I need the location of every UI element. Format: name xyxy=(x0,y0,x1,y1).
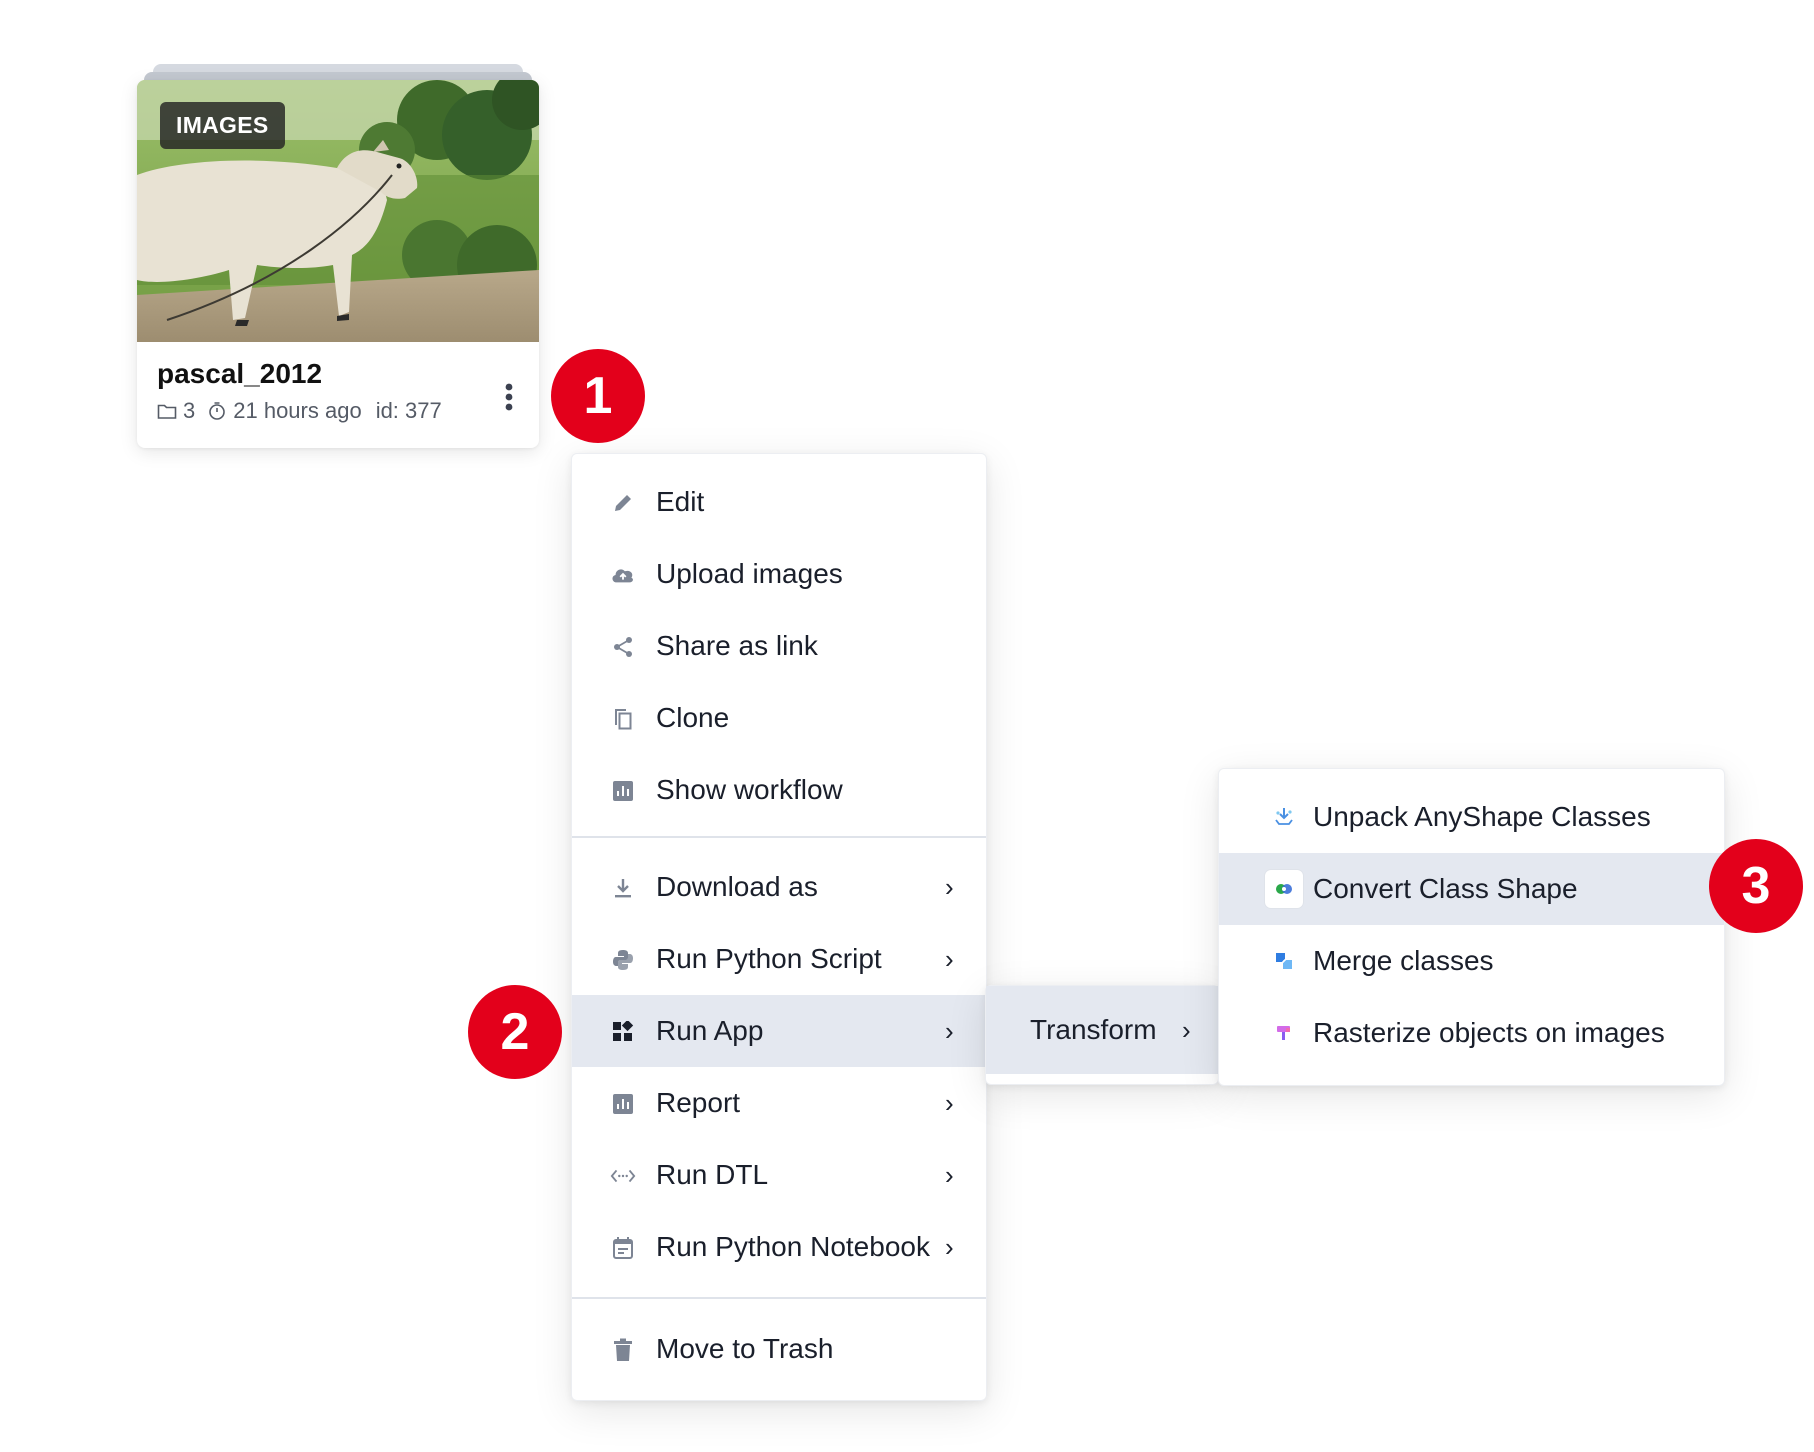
submenu-item-transform[interactable]: Transform › xyxy=(986,986,1218,1074)
chevron-right-icon: › xyxy=(945,943,954,974)
step-callout-1: 1 xyxy=(551,349,645,443)
updated-time: 21 hours ago xyxy=(233,398,362,423)
step-callout-2: 2 xyxy=(468,985,562,1079)
menu-item-label: Move to Trash xyxy=(656,1333,834,1364)
app-item-label: Unpack AnyShape Classes xyxy=(1313,801,1651,832)
code-icon xyxy=(610,1163,636,1189)
chevron-right-icon: › xyxy=(945,1231,954,1262)
cloud-upload-icon xyxy=(610,562,636,588)
copy-icon xyxy=(610,706,636,732)
project-thumbnail[interactable]: IMAGES xyxy=(137,80,539,342)
merge-icon xyxy=(1265,942,1303,980)
menu-item-label: Run Python Script xyxy=(656,943,882,974)
unpack-icon xyxy=(1265,798,1303,836)
app-item-label: Rasterize objects on images xyxy=(1313,1017,1665,1048)
chevron-right-icon: › xyxy=(1182,1014,1191,1045)
step-callout-3: 3 xyxy=(1709,839,1803,933)
more-options-icon[interactable] xyxy=(489,374,529,420)
menu-item-share-as-link[interactable]: Share as link xyxy=(572,610,986,682)
menu-item-label: Report xyxy=(656,1087,741,1118)
menu-item-move-to-trash[interactable]: Move to Trash xyxy=(572,1313,986,1385)
notebook-icon xyxy=(610,1235,636,1261)
pencil-icon xyxy=(610,490,636,516)
menu-item-run-python-script[interactable]: Run Python Script › xyxy=(572,923,986,995)
menu-item-run-python-notebook[interactable]: Run Python Notebook › xyxy=(572,1211,986,1283)
chevron-right-icon: › xyxy=(945,1087,954,1118)
trash-icon xyxy=(610,1337,636,1363)
menu-item-label: Edit xyxy=(656,486,705,517)
chevron-right-icon: › xyxy=(945,1159,954,1190)
transform-apps-menu: Unpack AnyShape Classes Convert Class Sh… xyxy=(1218,768,1725,1086)
app-item-merge-classes[interactable]: Merge classes xyxy=(1219,925,1724,997)
dataset-type-badge: IMAGES xyxy=(160,102,285,149)
app-item-label: Convert Class Shape xyxy=(1313,873,1578,904)
share-icon xyxy=(610,634,636,660)
project-card[interactable]: IMAGES pascal_2012 3 21 hours ago id: 37… xyxy=(137,80,539,448)
apps-icon xyxy=(610,1019,636,1045)
menu-item-edit[interactable]: Edit xyxy=(572,466,986,538)
chevron-right-icon: › xyxy=(945,1015,954,1046)
rasterize-icon xyxy=(1265,1014,1303,1052)
convert-shape-icon xyxy=(1265,870,1303,908)
menu-item-label: Download as xyxy=(656,871,818,902)
app-item-label: Merge classes xyxy=(1313,945,1494,976)
menu-item-label: Run DTL xyxy=(656,1159,769,1190)
menu-item-run-dtl[interactable]: Run DTL › xyxy=(572,1139,986,1211)
context-menu: Edit Upload images Share as link Clone S… xyxy=(571,453,987,1401)
menu-divider xyxy=(572,836,986,838)
project-id: id: 377 xyxy=(375,398,442,423)
chevron-right-icon: › xyxy=(945,871,954,902)
project-title[interactable]: pascal_2012 xyxy=(157,358,322,390)
menu-item-label: Show workflow xyxy=(656,774,843,805)
menu-item-label: Run Python Notebook xyxy=(656,1231,930,1262)
menu-item-label: Upload images xyxy=(656,558,843,589)
menu-divider xyxy=(572,1297,986,1299)
menu-item-upload-images[interactable]: Upload images xyxy=(572,538,986,610)
menu-item-clone[interactable]: Clone xyxy=(572,682,986,754)
folder-icon xyxy=(157,404,177,419)
app-item-rasterize-objects-on-images[interactable]: Rasterize objects on images xyxy=(1219,997,1724,1069)
menu-item-download-as[interactable]: Download as › xyxy=(572,851,986,923)
menu-item-show-workflow[interactable]: Show workflow xyxy=(572,754,986,826)
menu-item-label: Run App xyxy=(656,1015,764,1046)
menu-item-run-app[interactable]: Run App › xyxy=(572,995,986,1067)
menu-item-label: Clone xyxy=(656,702,730,733)
project-meta: 3 21 hours ago id: 377 xyxy=(157,398,442,424)
python-icon xyxy=(610,947,636,973)
menu-item-report[interactable]: Report › xyxy=(572,1067,986,1139)
folder-count: 3 xyxy=(183,398,196,423)
report-icon xyxy=(610,1091,636,1117)
run-app-submenu: Transform › xyxy=(985,985,1219,1085)
menu-item-label: Share as link xyxy=(656,630,818,661)
download-icon xyxy=(610,875,636,901)
chart-icon xyxy=(610,778,636,804)
app-item-unpack-anyshape-classes[interactable]: Unpack AnyShape Classes xyxy=(1219,781,1724,853)
app-item-convert-class-shape[interactable]: Convert Class Shape xyxy=(1219,853,1724,925)
submenu-item-label: Transform xyxy=(1030,1014,1157,1045)
timer-icon xyxy=(209,402,226,420)
